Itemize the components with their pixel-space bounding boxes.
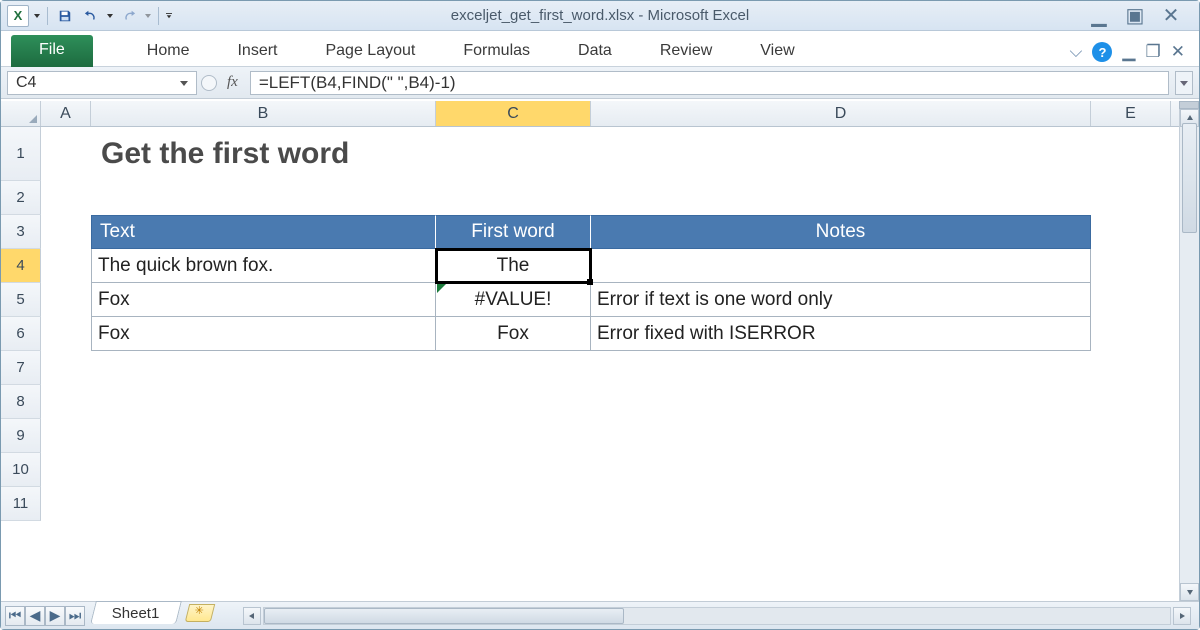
row-header-5[interactable]: 5: [1, 283, 41, 317]
name-box-dropdown-icon[interactable]: [176, 75, 192, 91]
scroll-right-icon[interactable]: [1173, 607, 1191, 625]
undo-icon[interactable]: [80, 5, 102, 27]
row-header-4[interactable]: 4: [1, 249, 41, 283]
workbook-close-button[interactable]: ✕: [1171, 42, 1185, 62]
maximize-button[interactable]: ▣: [1125, 3, 1145, 28]
cell-row8[interactable]: [41, 385, 1121, 419]
cell-a4[interactable]: [41, 249, 91, 283]
row-header-1[interactable]: 1: [1, 127, 41, 181]
sheet-nav-last-icon[interactable]: ⏭: [65, 606, 85, 626]
redo-icon[interactable]: [118, 5, 140, 27]
error-indicator-icon: [437, 284, 446, 293]
sheet-tab-bar: ⏮ ◀ ▶ ⏭ Sheet1: [1, 601, 1199, 629]
row-header-9[interactable]: 9: [1, 419, 41, 453]
formula-bar: C4 fx =LEFT(B4,FIND(" ",B4)-1): [1, 67, 1199, 99]
cell-b1-title[interactable]: Get the first word: [91, 127, 1091, 181]
qat-customize-dropdown[interactable]: [165, 5, 173, 27]
cell-d3-header[interactable]: Notes: [591, 215, 1091, 249]
row-header-7[interactable]: 7: [1, 351, 41, 385]
scroll-down-icon[interactable]: [1180, 583, 1199, 601]
ribbon-minimize-icon[interactable]: ⌵: [1070, 42, 1083, 62]
workbook-minimize-button[interactable]: ▁: [1122, 42, 1135, 62]
tab-home[interactable]: Home: [123, 36, 214, 66]
name-box[interactable]: C4: [7, 71, 197, 95]
expand-formula-bar-icon[interactable]: [1175, 71, 1193, 95]
minimize-button[interactable]: ▁: [1089, 3, 1109, 28]
cell-row11[interactable]: [41, 487, 1121, 521]
tab-data[interactable]: Data: [554, 36, 636, 66]
split-handle[interactable]: [1179, 101, 1199, 109]
cell-d4[interactable]: [591, 249, 1091, 283]
ribbon-tabs: File Home Insert Page Layout Formulas Da…: [1, 31, 1199, 67]
undo-dropdown[interactable]: [106, 5, 114, 27]
cell-c3-header[interactable]: First word: [436, 215, 591, 249]
new-sheet-button[interactable]: [184, 604, 214, 622]
worksheet-area: A B C D E 1 Get the first word 2 3 Text: [1, 101, 1199, 601]
row-header-8[interactable]: 8: [1, 385, 41, 419]
horizontal-scrollbar[interactable]: [243, 607, 1191, 625]
sheet-nav-next-icon[interactable]: ▶: [45, 606, 65, 626]
cell-b4[interactable]: The quick brown fox.: [91, 249, 436, 283]
row-header-2[interactable]: 2: [1, 181, 41, 215]
formula-input[interactable]: =LEFT(B4,FIND(" ",B4)-1): [250, 71, 1169, 95]
title-bar: X exceljet_get_first_word.xlsx - Microso…: [1, 1, 1199, 31]
tab-insert[interactable]: Insert: [213, 36, 301, 66]
formula-bar-divider: [201, 75, 217, 91]
window-title: exceljet_get_first_word.xlsx - Microsoft…: [1, 7, 1199, 24]
col-header-c[interactable]: C: [436, 101, 591, 126]
col-header-b[interactable]: B: [91, 101, 436, 126]
tab-view[interactable]: View: [736, 36, 818, 66]
row-header-6[interactable]: 6: [1, 317, 41, 351]
cell-b6[interactable]: Fox: [91, 317, 436, 351]
cell-a5[interactable]: [41, 283, 91, 317]
cell-a3[interactable]: [41, 215, 91, 249]
app-menu-dropdown[interactable]: [33, 5, 41, 27]
tab-formulas[interactable]: Formulas: [439, 36, 554, 66]
close-button[interactable]: ✕: [1161, 3, 1181, 28]
cell-row10[interactable]: [41, 453, 1121, 487]
cell-c6[interactable]: Fox: [436, 317, 591, 351]
cell-row2[interactable]: [41, 181, 1121, 215]
name-box-value: C4: [16, 74, 36, 92]
cell-b3-header[interactable]: Text: [91, 215, 436, 249]
row-header-3[interactable]: 3: [1, 215, 41, 249]
cell-a6[interactable]: [41, 317, 91, 351]
sheet-tab-active[interactable]: Sheet1: [90, 601, 181, 624]
scroll-thumb-vertical[interactable]: [1182, 123, 1197, 233]
scroll-track-horizontal[interactable]: [263, 607, 1171, 625]
select-all-button[interactable]: [1, 101, 41, 126]
col-header-a[interactable]: A: [41, 101, 91, 126]
row-header-11[interactable]: 11: [1, 487, 41, 521]
cell-b5[interactable]: Fox: [91, 283, 436, 317]
save-icon[interactable]: [54, 5, 76, 27]
cell-d6[interactable]: Error fixed with ISERROR: [591, 317, 1091, 351]
grid-rows: 1 Get the first word 2 3 Text First word…: [1, 127, 1179, 521]
sheet-nav-prev-icon[interactable]: ◀: [25, 606, 45, 626]
column-headers: A B C D E: [1, 101, 1179, 127]
cell-c4-selected[interactable]: The: [436, 249, 591, 283]
sheet-tab-label: Sheet1: [112, 605, 160, 622]
scroll-left-icon[interactable]: [243, 607, 261, 625]
formula-text: =LEFT(B4,FIND(" ",B4)-1): [259, 73, 456, 93]
cell-a1[interactable]: [41, 127, 91, 181]
workbook-restore-button[interactable]: ❐: [1146, 42, 1161, 62]
file-tab[interactable]: File: [11, 35, 93, 67]
cell-d5[interactable]: Error if text is one word only: [591, 283, 1091, 317]
cell-c5-value: #VALUE!: [475, 289, 552, 311]
tab-review[interactable]: Review: [636, 36, 736, 66]
redo-dropdown[interactable]: [144, 5, 152, 27]
sheet-nav-first-icon[interactable]: ⏮: [5, 606, 25, 626]
col-header-e[interactable]: E: [1091, 101, 1171, 126]
row-header-10[interactable]: 10: [1, 453, 41, 487]
help-icon[interactable]: ?: [1092, 42, 1112, 62]
vertical-scrollbar[interactable]: [1179, 101, 1199, 601]
scroll-thumb-horizontal[interactable]: [264, 608, 624, 624]
tab-page-layout[interactable]: Page Layout: [301, 36, 439, 66]
cell-row7[interactable]: [41, 351, 1121, 385]
cell-row9[interactable]: [41, 419, 1121, 453]
app-icon: X: [7, 5, 29, 27]
cell-c5[interactable]: #VALUE!: [436, 283, 591, 317]
fx-icon[interactable]: fx: [221, 74, 244, 91]
col-header-d[interactable]: D: [591, 101, 1091, 126]
